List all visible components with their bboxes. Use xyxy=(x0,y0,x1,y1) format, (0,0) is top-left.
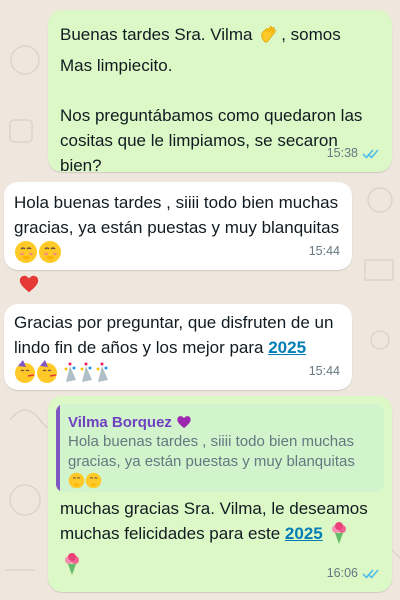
read-ticks-icon xyxy=(362,569,379,579)
incoming-message[interactable]: Hola buenas tardes , siiii todo bien muc… xyxy=(4,182,352,270)
message-text: Gracias por preguntar, que disfruten de … xyxy=(14,310,342,391)
partying-face-emoji xyxy=(14,360,114,391)
outgoing-message[interactable]: Buenas tardes Sra. Vilma , somos Mas lim… xyxy=(48,10,392,175)
heart-reaction-icon[interactable] xyxy=(18,273,40,295)
message-meta: 15:38 xyxy=(327,141,380,166)
message-time: 16:06 xyxy=(326,566,358,580)
waving-hand-emoji xyxy=(257,22,281,53)
date-link[interactable]: 2025 xyxy=(285,524,323,543)
bouquet-emoji xyxy=(60,552,84,583)
read-ticks-icon xyxy=(362,149,379,159)
message-meta: 15:44 xyxy=(309,359,340,384)
quote-text: Hola buenas tardes , siiii todo bien muc… xyxy=(68,432,374,492)
confetti-icon xyxy=(64,362,108,382)
message-meta: 15:44 xyxy=(309,239,340,264)
hand-over-mouth-emoji xyxy=(14,240,62,271)
hand-over-mouth-emoji xyxy=(68,472,102,489)
outgoing-reply-message[interactable]: Vilma Borquez Hola buenas tardes , siiii… xyxy=(48,396,392,592)
incoming-message[interactable]: Gracias por preguntar, que disfruten de … xyxy=(4,304,352,390)
message-text: Hola buenas tardes , siiii todo bien muc… xyxy=(14,190,342,271)
quoted-message[interactable]: Vilma Borquez Hola buenas tardes , siiii… xyxy=(56,404,384,492)
purple-heart-icon xyxy=(177,416,191,429)
bouquet-emoji xyxy=(327,521,351,552)
chat-thread: Buenas tardes Sra. Vilma , somos Mas lim… xyxy=(0,0,400,600)
message-time: 15:44 xyxy=(308,244,340,258)
date-link[interactable]: 2025 xyxy=(268,338,306,357)
quote-accent-bar xyxy=(56,404,60,492)
message-meta: 16:06 xyxy=(327,561,380,586)
message-time: 15:38 xyxy=(326,146,358,160)
message-time: 15:44 xyxy=(308,364,340,378)
